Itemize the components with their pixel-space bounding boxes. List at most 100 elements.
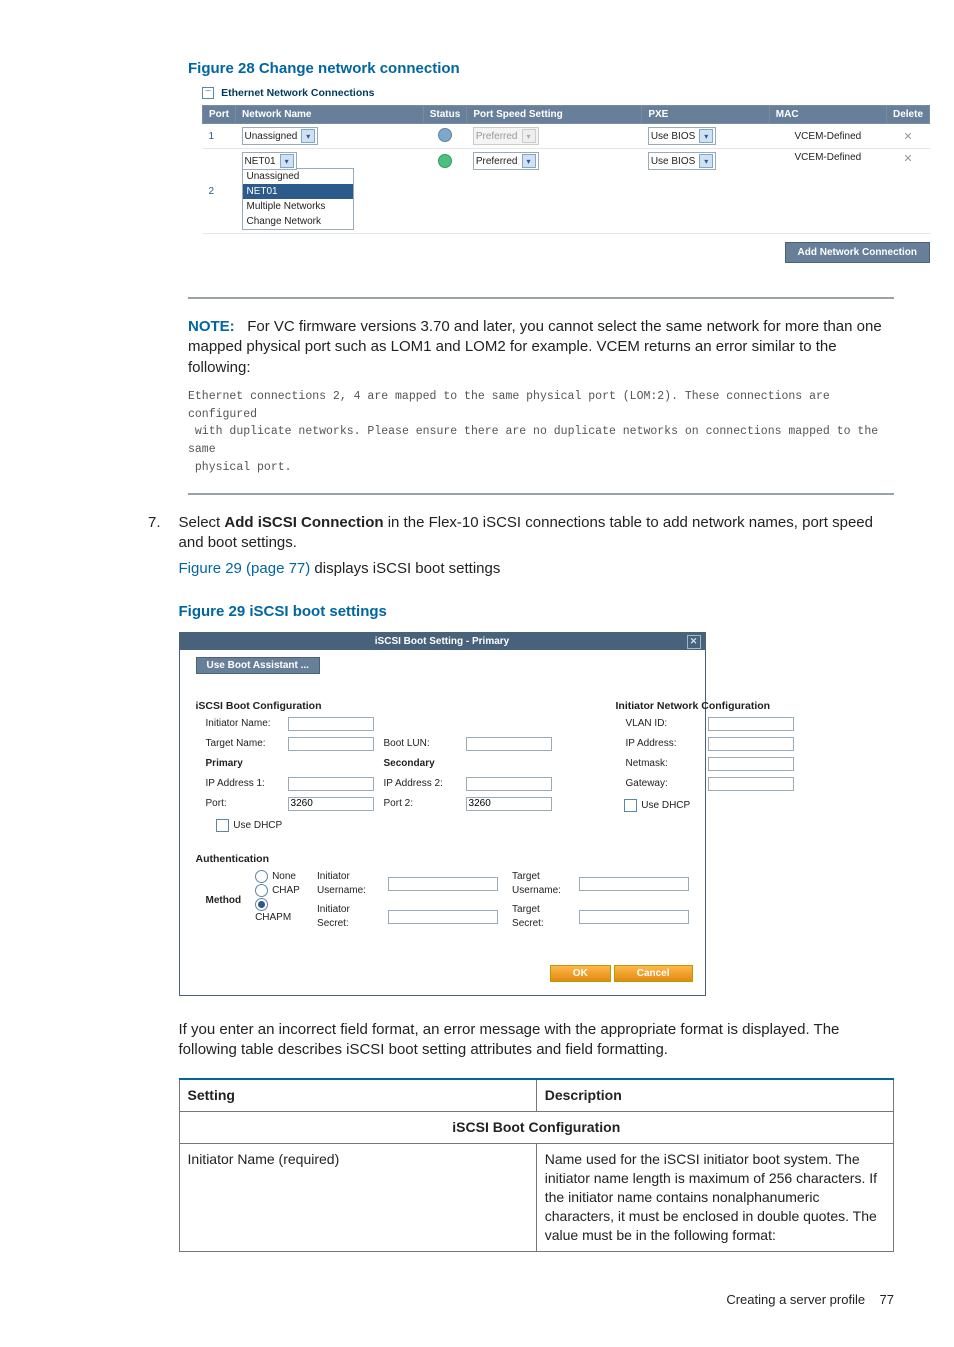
spec-col-description: Description — [536, 1079, 893, 1111]
initiator-secret-field[interactable] — [388, 910, 498, 924]
chevron-down-icon: ▾ — [522, 154, 536, 168]
label-initiator-secret: Initiator Secret: — [317, 903, 382, 930]
step-7: 7. Select Add iSCSI Connection in the Fl… — [188, 513, 894, 1252]
dropdown-option[interactable]: Multiple Networks — [243, 199, 353, 214]
ip-address-1-field[interactable] — [288, 777, 374, 791]
target-username-field[interactable] — [579, 877, 689, 891]
col-delete: Delete — [886, 106, 929, 124]
network-select-value: Unassigned — [245, 131, 298, 142]
note-text: For VC firmware versions 3.70 and later,… — [188, 318, 882, 376]
step-text-bold: Add iSCSI Connection — [224, 514, 383, 531]
method-label: Method — [206, 895, 242, 906]
boot-lun-field[interactable] — [466, 737, 552, 751]
label-vlan: VLAN ID: — [626, 717, 702, 731]
col-speed: Port Speed Setting — [467, 106, 642, 124]
step-link-post: displays iSCSI boot settings — [310, 560, 500, 577]
initiator-username-field[interactable] — [388, 877, 498, 891]
network-select[interactable]: NET01 ▾ — [242, 152, 297, 170]
radio-label-chap: CHAP — [272, 885, 300, 896]
label-target-username: Target Username: — [512, 870, 572, 897]
port-cell: 2 — [203, 149, 236, 234]
cancel-button[interactable]: Cancel — [614, 965, 693, 982]
ok-button[interactable]: OK — [550, 965, 611, 982]
col-port: Port — [203, 106, 236, 124]
close-icon[interactable]: ✕ — [687, 635, 701, 649]
vlan-id-field[interactable] — [708, 717, 794, 731]
delete-icon[interactable]: ✕ — [903, 153, 912, 165]
paragraph-after-figure29: If you enter an incorrect field format, … — [179, 1020, 894, 1061]
port-2-field[interactable] — [466, 797, 552, 811]
label-initiator-name: Initiator Name: — [206, 717, 282, 731]
step-number: 7. — [148, 513, 161, 1252]
dialog-title: iSCSI Boot Setting - Primary — [375, 636, 509, 647]
pxe-select[interactable]: Use BIOS ▾ — [648, 152, 716, 170]
speed-select[interactable]: Preferred ▾ — [473, 152, 539, 170]
chevron-down-icon: ▾ — [301, 129, 315, 143]
dropdown-option[interactable]: Change Network — [243, 214, 353, 229]
label-ipaddr: IP Address: — [626, 737, 702, 751]
gateway-field[interactable] — [708, 777, 794, 791]
spec-section: iSCSI Boot Configuration — [179, 1112, 893, 1144]
figure28-title: Figure 28 Change network connection — [188, 60, 894, 77]
figure28: − Ethernet Network Connections Port Netw… — [202, 87, 894, 263]
dialog-titlebar: iSCSI Boot Setting - Primary ✕ — [180, 633, 705, 651]
note-code: Ethernet connections 2, 4 are mapped to … — [188, 388, 894, 477]
delete-icon[interactable]: ✕ — [903, 131, 912, 143]
mac-cell: VCEM-Defined — [769, 124, 886, 149]
dropdown-option[interactable]: NET01 — [243, 184, 353, 199]
dropdown-option[interactable]: Unassigned — [243, 169, 353, 184]
label-use-dhcp: Use DHCP — [233, 820, 282, 831]
radio-chapm[interactable] — [255, 898, 268, 911]
radio-none[interactable] — [255, 870, 268, 883]
label-secondary: Secondary — [384, 757, 460, 771]
speed-select: Preferred ▾ — [473, 127, 539, 145]
network-connections-table: Port Network Name Status Port Speed Sett… — [202, 105, 930, 234]
authentication-heading: Authentication — [196, 852, 689, 866]
port-field[interactable] — [288, 797, 374, 811]
spec-row-setting: Initiator Name (required) — [179, 1144, 536, 1251]
chevron-down-icon: ▾ — [699, 129, 713, 143]
ip-address-field[interactable] — [708, 737, 794, 751]
label-ip2: IP Address 2: — [384, 777, 460, 791]
status-unknown-icon — [438, 128, 452, 142]
label-use-dhcp-2: Use DHCP — [641, 800, 690, 811]
target-secret-field[interactable] — [579, 910, 689, 924]
col-net: Network Name — [236, 106, 424, 124]
col-pxe: PXE — [642, 106, 769, 124]
note-block: NOTE: For VC firmware versions 3.70 and … — [188, 297, 894, 495]
page-number: 77 — [880, 1292, 894, 1307]
step-text-pre: Select — [179, 514, 225, 531]
target-name-field[interactable] — [288, 737, 374, 751]
label-target-secret: Target Secret: — [512, 903, 572, 930]
collapse-icon[interactable]: − — [202, 87, 214, 99]
netmask-field[interactable] — [708, 757, 794, 771]
label-initiator-username: Initiator Username: — [317, 870, 382, 897]
network-dropdown[interactable]: Unassigned NET01 Multiple Networks Chang… — [242, 168, 354, 230]
page-footer: Creating a server profile 77 — [188, 1292, 894, 1307]
radio-chap[interactable] — [255, 884, 268, 897]
use-dhcp-checkbox-2[interactable] — [624, 799, 637, 812]
label-port2: Port 2: — [384, 797, 460, 811]
figure29-link[interactable]: Figure 29 (page 77) — [179, 560, 311, 577]
use-dhcp-checkbox[interactable] — [216, 819, 229, 832]
figure28-section-label: Ethernet Network Connections — [221, 87, 374, 99]
port-cell: 1 — [203, 124, 236, 149]
initiator-network-config-heading: Initiator Network Configuration — [616, 699, 796, 713]
use-boot-assistant-button[interactable]: Use Boot Assistant ... — [196, 657, 320, 674]
spec-col-setting: Setting — [179, 1079, 536, 1111]
ip-address-2-field[interactable] — [466, 777, 552, 791]
table-row: 2 NET01 ▾ Unassigned NET01 Multiple Netw… — [203, 149, 930, 234]
footer-text: Creating a server profile — [726, 1292, 865, 1307]
col-mac: MAC — [769, 106, 886, 124]
network-select[interactable]: Unassigned ▾ — [242, 127, 319, 145]
mac-cell: VCEM-Defined — [769, 149, 886, 234]
initiator-name-field[interactable] — [288, 717, 374, 731]
add-network-connection-button[interactable]: Add Network Connection — [785, 242, 930, 263]
speed-select-value: Preferred — [476, 156, 518, 167]
spec-row-description: Name used for the iSCSI initiator boot s… — [536, 1144, 893, 1251]
network-select-value: NET01 — [245, 156, 276, 167]
pxe-select[interactable]: Use BIOS ▾ — [648, 127, 716, 145]
pxe-select-value: Use BIOS — [651, 131, 695, 142]
table-row: 1 Unassigned ▾ Preferred ▾ Use — [203, 124, 930, 149]
iscsi-boot-config-heading: iSCSI Boot Configuration — [196, 699, 556, 713]
